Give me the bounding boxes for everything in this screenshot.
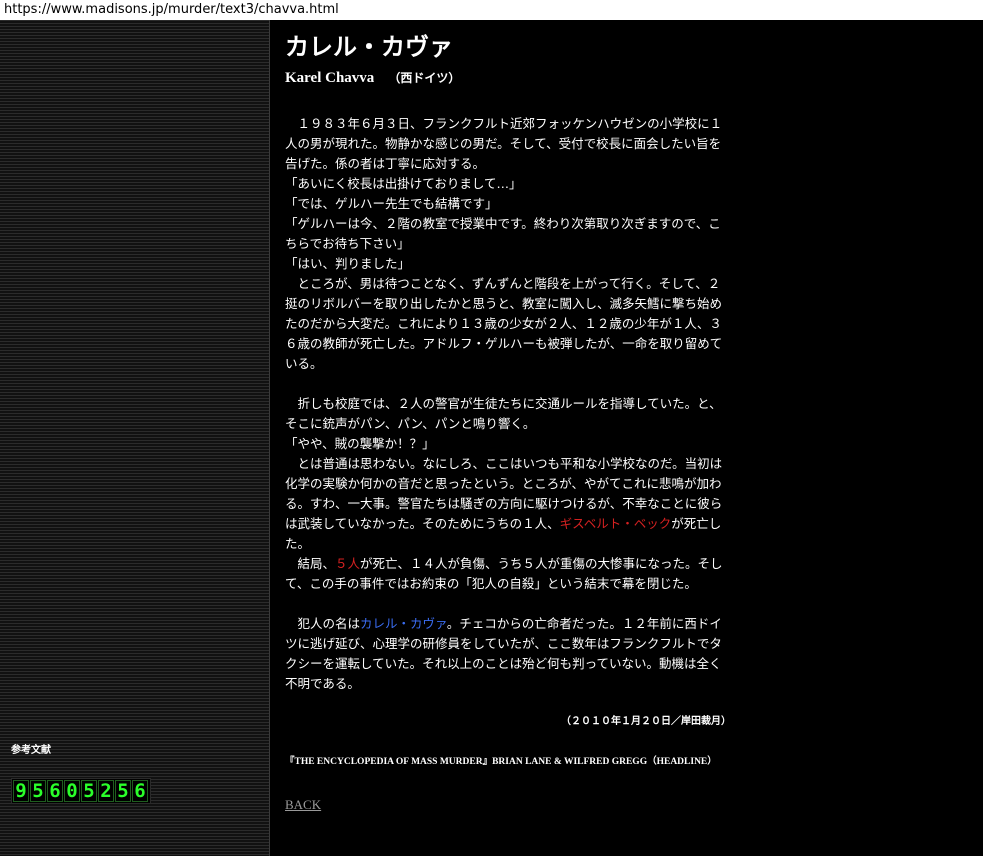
text-line: そこに銃声がパン、パン、パンと鳴り響く。 [285, 416, 536, 431]
text-segment: 。チェコからの亡命者だった。１２年前に西ドイ [446, 616, 722, 631]
subtitle-name: Karel Chavva [285, 70, 375, 86]
page-subtitle: Karel Chavva （西ドイツ） [285, 68, 745, 88]
victim-name-highlight: ギスベルト・ベック [559, 516, 672, 531]
text-line: た。 [285, 536, 311, 551]
perpetrator-name-highlight: カレル・カヴァ [360, 616, 447, 631]
counter-digit: 6 [47, 780, 63, 802]
text-line: 挺のリボルバーを取り出したかと思うと、教室に闖入し、滅多矢鱈に撃ち始め [285, 296, 723, 311]
visitor-counter: 9 5 6 0 5 2 5 6 [11, 778, 151, 804]
text-segment: は武装していなかった。そのためにうちの１人、 [285, 516, 560, 531]
text-line: 「はい、判りました」 [285, 256, 411, 271]
text-segment: が死亡し [671, 516, 722, 531]
text-line: 結局、５人が死亡、１４人が負傷、うち５人が重傷の大惨事になった。そし [285, 554, 745, 574]
text-line: は武装していなかった。そのためにうちの１人、ギスベルト・ベックが死亡し [285, 514, 745, 534]
text-line: 「ゲルハーは今、２階の教室で授業中です。終わり次第取り次ぎますので、こ [285, 216, 721, 231]
text-segment: 犯人の名は [285, 616, 361, 631]
text-line: 折しも校庭では、２人の警官が生徒たちに交通ルールを指導していた。と、 [285, 396, 722, 411]
text-line: 犯人の名はカレル・カヴァ。チェコからの亡命者だった。１２年前に西ドイ [285, 614, 745, 634]
counter-digit: 0 [64, 780, 80, 802]
counter-digit: 2 [98, 780, 114, 802]
text-line: 化学の実験か何かの音だと思ったという。ところが、やがてこれに悲鳴が加わ [285, 476, 722, 491]
counter-digit: 5 [30, 780, 46, 802]
text-line: て、この手の事件ではお約束の「犯人の自殺」という結末で幕を閉じた。 [285, 576, 697, 591]
author-date: （２０１０年１月２０日／岸田裁月） [561, 716, 731, 727]
text-line: クシーを運転していた。それ以上のことは殆ど何も判っていない。動機は全く [285, 656, 722, 671]
text-line: ちらでお待ち下さい」 [285, 236, 410, 251]
text-line: 不明である。 [285, 676, 360, 691]
sidebar: 参考文献 9 5 6 0 5 2 5 6 [0, 20, 270, 856]
text-line: 「やや、賊の襲撃か！？」 [285, 436, 435, 451]
text-line: ６歳の教師が死亡した。アドルフ・ゲルハーも被弾したが、一命を取り留めて [285, 336, 723, 351]
text-line: 「あいにく校長は出掛けておりまして…」 [285, 176, 522, 191]
text-line: 人の男が現れた。物静かな感じの男だ。そして、受付で校長に面会したい旨を [285, 136, 722, 151]
article: カレル・カヴァ Karel Chavva （西ドイツ） １９８３年６月３日、フラン… [285, 20, 745, 813]
counter-digit: 5 [81, 780, 97, 802]
text-line: 「では、ゲルハー先生でも結構です」 [285, 196, 498, 211]
counter-digit: 6 [132, 780, 148, 802]
text-line: １９８３年６月３日、フランクフルト近郊フォッケンハウゼンの小学校に１ [285, 116, 723, 131]
text-line: いる。 [285, 356, 323, 371]
paragraph-1: １９８３年６月３日、フランクフルト近郊フォッケンハウゼンの小学校に１ 人の男が現… [285, 114, 745, 374]
paragraph-3: 犯人の名はカレル・カヴァ。チェコからの亡命者だった。１２年前に西ドイ ツに逃げ延… [285, 614, 745, 694]
text-line: る。すわ、一大事。警官たちは騒ぎの方向に駆けつけるが、不幸なことに彼ら [285, 496, 723, 511]
counter-digit: 9 [13, 780, 29, 802]
back-link[interactable]: BACK [285, 797, 321, 813]
paragraph-2: 折しも校庭では、２人の警官が生徒たちに交通ルールを指導していた。と、 そこに銃声… [285, 394, 745, 594]
text-line: とは普通は思わない。なにしろ、ここはいつも平和な小学校なのだ。当初は [285, 456, 723, 471]
text-line: たのだから大変だ。これにより１３歳の少女が２人、１２歳の少年が１人、３ [285, 316, 722, 331]
counter-digit: 5 [115, 780, 131, 802]
text-segment: が死亡、１４人が負傷、うち５人が重傷の大惨事になった。そし [360, 556, 723, 571]
text-line: ところが、男は待つことなく、ずんずんと階段を上がって行く。そして、２ [285, 276, 721, 291]
text-segment: 結局、 [285, 556, 336, 571]
death-count-highlight: ５人 [335, 556, 361, 571]
text-line: 告げた。係の者は丁寧に応対する。 [285, 156, 486, 171]
address-bar[interactable]: https://www.madisons.jp/murder/text3/cha… [0, 0, 983, 20]
reference-label: 参考文献 [11, 745, 51, 756]
text-line: ツに逃げ延び、心理学の研修員をしていたが、ここ数年はフランクフルトでタ [285, 636, 722, 651]
subtitle-country: （西ドイツ） [388, 71, 461, 85]
page-title: カレル・カヴァ [285, 33, 453, 61]
reference-citation: 『THE ENCYCLOPEDIA OF MASS MURDER』BRIAN L… [285, 757, 717, 767]
